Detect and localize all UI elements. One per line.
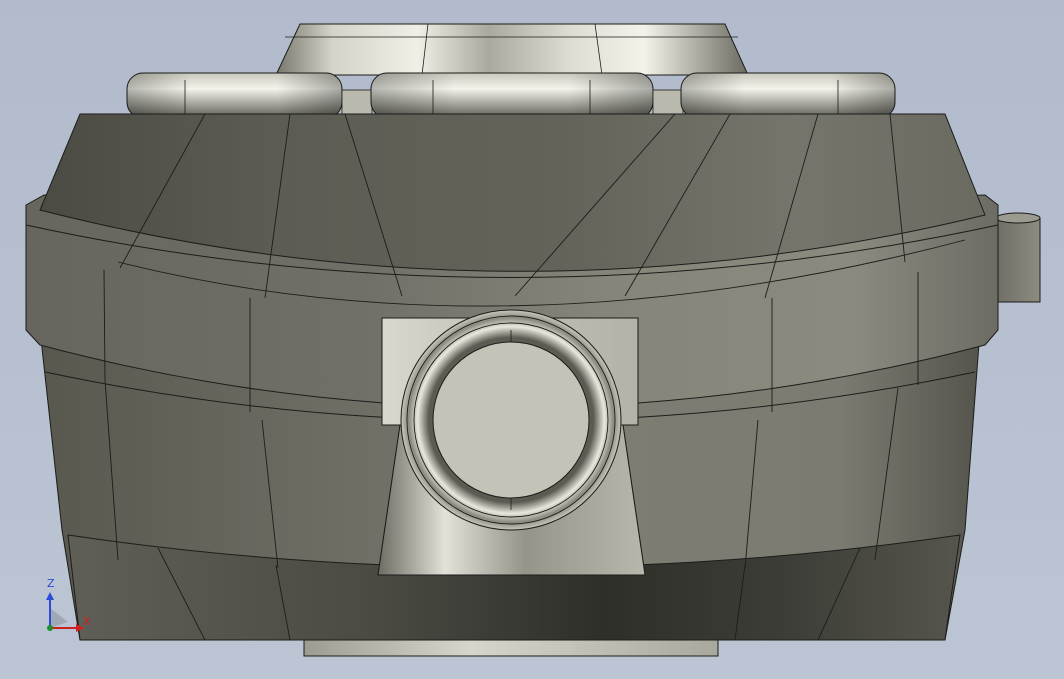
z-axis-label: Z xyxy=(47,577,55,590)
base-foot xyxy=(303,639,719,657)
orientation-triad: Z X xyxy=(38,578,98,638)
y-axis-dot xyxy=(47,625,53,631)
x-axis-label: X xyxy=(83,615,91,628)
bump-row xyxy=(126,72,896,119)
side-tab xyxy=(994,212,1041,303)
top-cap xyxy=(275,23,749,76)
cad-viewport[interactable]: Z X xyxy=(0,0,1064,679)
cad-model-view[interactable] xyxy=(0,0,1064,679)
port-ring[interactable] xyxy=(400,309,622,531)
